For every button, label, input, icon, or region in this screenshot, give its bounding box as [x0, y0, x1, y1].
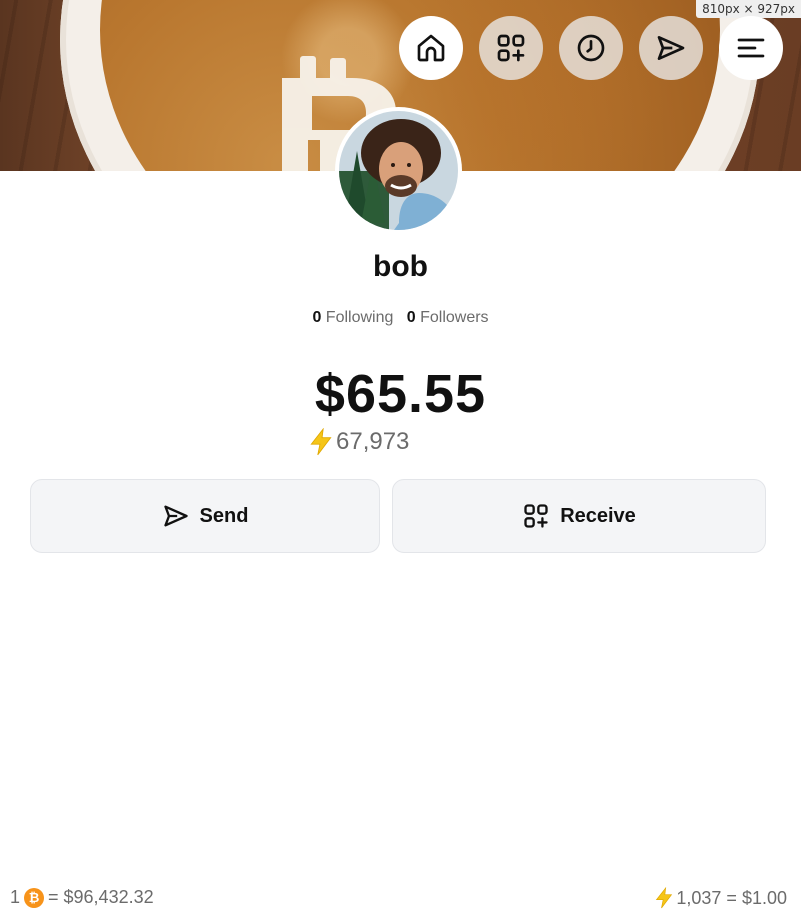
- btc-fiat-value: = $96,432.32: [48, 887, 154, 907]
- home-icon: [417, 34, 445, 62]
- menu-icon: [737, 38, 765, 58]
- clock-icon: [577, 34, 605, 62]
- lightning-icon: [310, 428, 332, 456]
- send-button[interactable]: Send: [30, 479, 380, 553]
- sats-rate: 1,037 = $1.00: [654, 887, 787, 909]
- lightning-icon: [656, 887, 673, 909]
- sats-balance: 67,973: [308, 428, 409, 456]
- followers-label: Followers: [420, 309, 489, 326]
- receive-button-label: Receive: [560, 504, 636, 527]
- follow-stats: 0 Following 0 Followers: [0, 309, 801, 327]
- sats-amount: 67,973: [336, 428, 410, 455]
- followers-count: 0: [406, 309, 416, 326]
- history-button[interactable]: [559, 16, 623, 80]
- send-button-label: Send: [199, 504, 249, 527]
- following-link[interactable]: 0 Following: [312, 309, 393, 326]
- send-icon: [657, 36, 685, 60]
- fiat-balance: $65.55: [314, 364, 487, 424]
- following-count: 0: [312, 309, 322, 326]
- receive-nav-button[interactable]: [479, 16, 543, 80]
- bitcoin-icon: ₿: [24, 887, 45, 908]
- avatar[interactable]: [335, 107, 462, 234]
- qr-plus-icon: [497, 34, 525, 62]
- receive-button[interactable]: Receive: [392, 479, 766, 553]
- username: bob: [373, 250, 428, 283]
- followers-link[interactable]: 0 Followers: [407, 309, 489, 326]
- sats-rate-value: 1,037 = $1.00: [676, 887, 787, 908]
- following-label: Following: [325, 309, 394, 326]
- btc-amount: 1: [10, 887, 21, 907]
- qr-plus-icon: [524, 504, 548, 528]
- btc-price: 1 ₿ = $96,432.32: [10, 887, 154, 908]
- home-button[interactable]: [399, 16, 463, 80]
- menu-button[interactable]: [719, 16, 783, 80]
- send-nav-button[interactable]: [639, 16, 703, 80]
- send-icon: [163, 505, 188, 527]
- avatar-image: [339, 111, 458, 230]
